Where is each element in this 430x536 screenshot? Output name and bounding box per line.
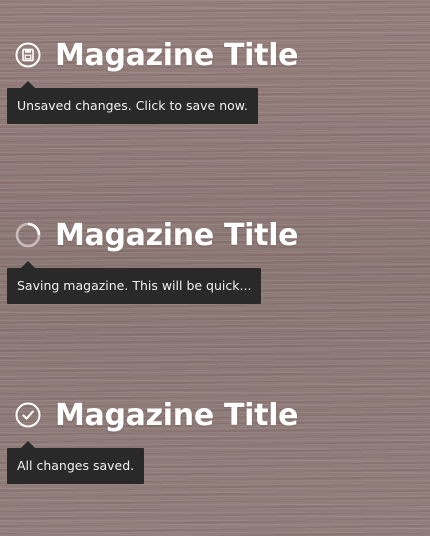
tooltip-text: Unsaved changes. Click to save now.	[17, 98, 248, 113]
saved-tooltip: All changes saved.	[7, 441, 145, 484]
tooltip-arrow	[21, 441, 35, 448]
saving-tooltip: Saving magazine. This will be quick...	[7, 261, 262, 304]
check-icon	[14, 401, 42, 429]
unsaved-state: Magazine Title Unsaved changes. Click to…	[7, 32, 299, 124]
save-tooltip[interactable]: Unsaved changes. Click to save now.	[7, 81, 258, 124]
tooltip-text: Saving magazine. This will be quick...	[17, 278, 252, 293]
magazine-title[interactable]: Magazine Title	[55, 218, 299, 253]
saving-state: Magazine Title Saving magazine. This wil…	[7, 212, 299, 304]
saved-state: Magazine Title All changes saved.	[7, 392, 299, 484]
title-row: Magazine Title	[14, 392, 299, 438]
loading-spinner-icon	[14, 221, 42, 249]
tooltip-arrow	[21, 261, 35, 268]
title-row: Magazine Title	[14, 32, 299, 78]
tooltip-arrow	[21, 81, 35, 88]
magazine-title[interactable]: Magazine Title	[55, 38, 299, 73]
magazine-title[interactable]: Magazine Title	[55, 398, 299, 433]
title-row: Magazine Title	[14, 212, 299, 258]
tooltip-text: All changes saved.	[17, 458, 135, 473]
save-icon[interactable]	[14, 41, 42, 69]
